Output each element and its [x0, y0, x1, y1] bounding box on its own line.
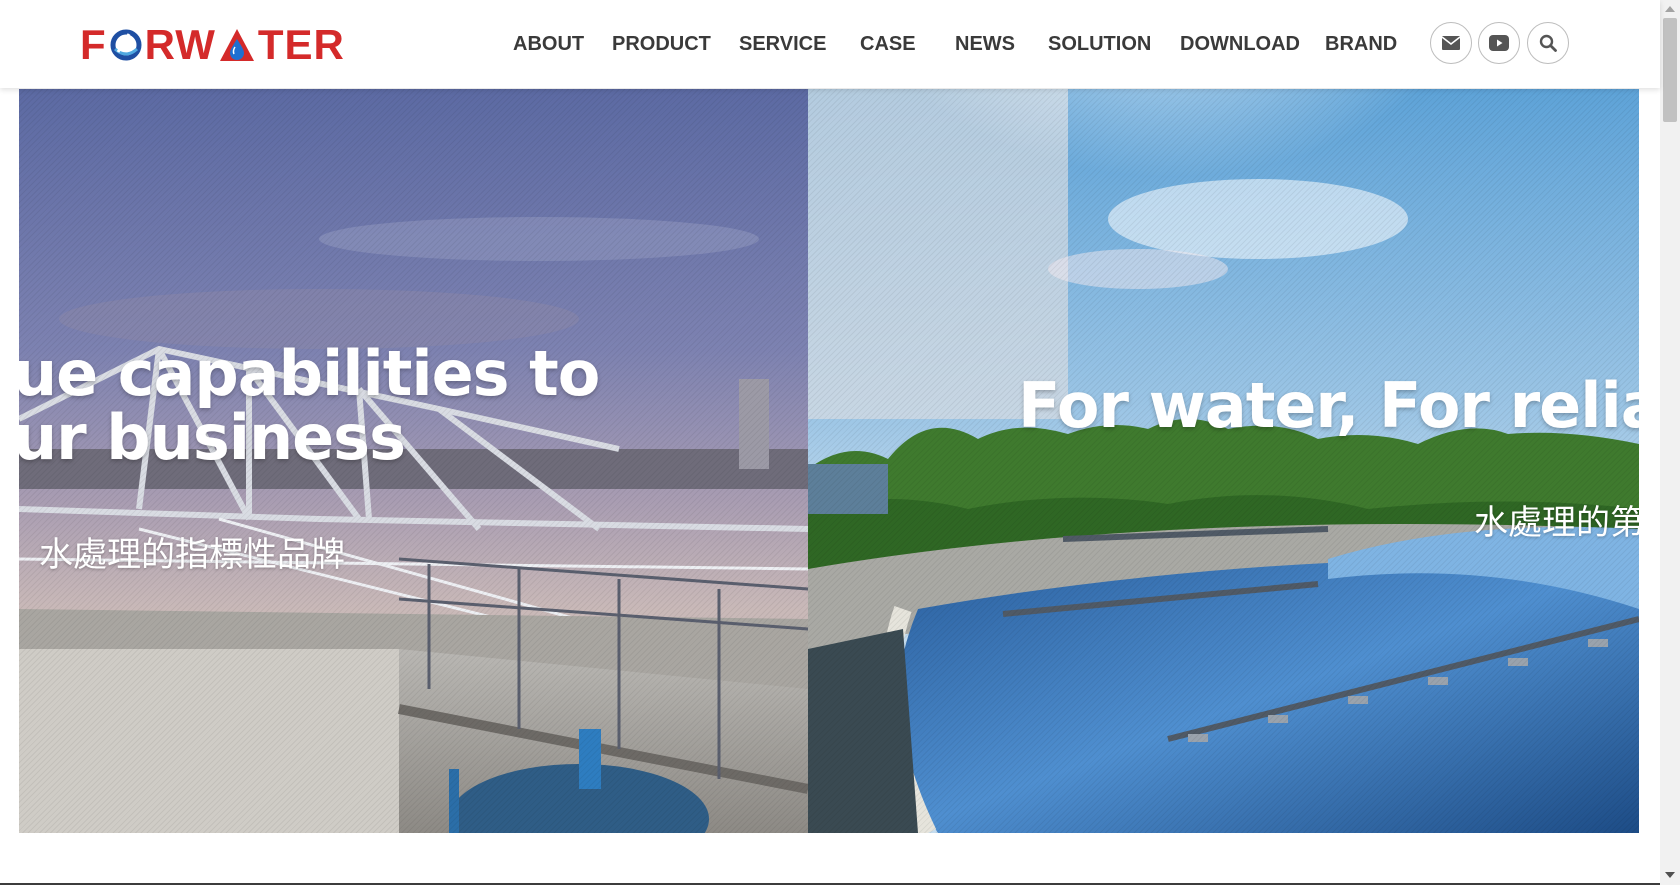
nav-item-brand[interactable]: BRAND	[1325, 33, 1397, 56]
logo-letter-f: F	[80, 21, 107, 68]
nav-item-news[interactable]: NEWS	[955, 33, 1015, 56]
nav-item-about[interactable]: ABOUT	[513, 33, 584, 56]
nav-item-solution[interactable]: SOLUTION	[1048, 33, 1151, 56]
page-scrollbar[interactable]	[1660, 0, 1680, 885]
nav-item-product[interactable]: PRODUCT	[612, 33, 711, 56]
search-button[interactable]	[1527, 22, 1569, 64]
logo-letters-ter: TER	[257, 21, 345, 68]
envelope-icon	[1442, 36, 1460, 50]
clarifier-tank-photo	[808, 89, 1639, 833]
hero-left-headline-2: ur business	[19, 401, 406, 474]
hero-carousel[interactable]: ue capabilities to ur business ，水處理的指標性品…	[19, 89, 1639, 833]
hero-right-headline: For water, For reliab	[1018, 369, 1639, 442]
email-button[interactable]	[1430, 22, 1472, 64]
nav-item-service[interactable]: SERVICE	[739, 33, 826, 56]
hero-left-subline: ，水處理的指標性品牌	[19, 535, 345, 575]
logo-letters-rw: RW	[144, 21, 216, 68]
forwater-logo[interactable]: F RW TER	[80, 21, 345, 68]
site-header: F RW TER ABOUT PRODUCT SERVICE CASE NEWS…	[0, 0, 1660, 88]
youtube-icon	[1489, 35, 1509, 51]
logo-o-mark	[110, 29, 142, 61]
hero-slide-bridge[interactable]: ue capabilities to ur business ，水處理的指標性品…	[19, 89, 808, 833]
hero-left-headline-1: ue capabilities to	[19, 337, 600, 410]
logo-a-drop-mark	[219, 29, 254, 61]
scroll-thumb[interactable]	[1663, 18, 1677, 122]
search-icon	[1539, 34, 1557, 52]
scroll-up-arrow-icon[interactable]	[1665, 6, 1675, 12]
hero-right-subline: 水處理的第	[1474, 503, 1639, 543]
youtube-button[interactable]	[1478, 22, 1520, 64]
scroll-down-arrow-icon[interactable]	[1665, 872, 1675, 878]
nav-item-download[interactable]: DOWNLOAD	[1180, 33, 1300, 56]
nav-item-case[interactable]: CASE	[860, 33, 916, 56]
hero-slide-clarifier[interactable]: For water, For reliab 水處理的第	[808, 89, 1639, 833]
